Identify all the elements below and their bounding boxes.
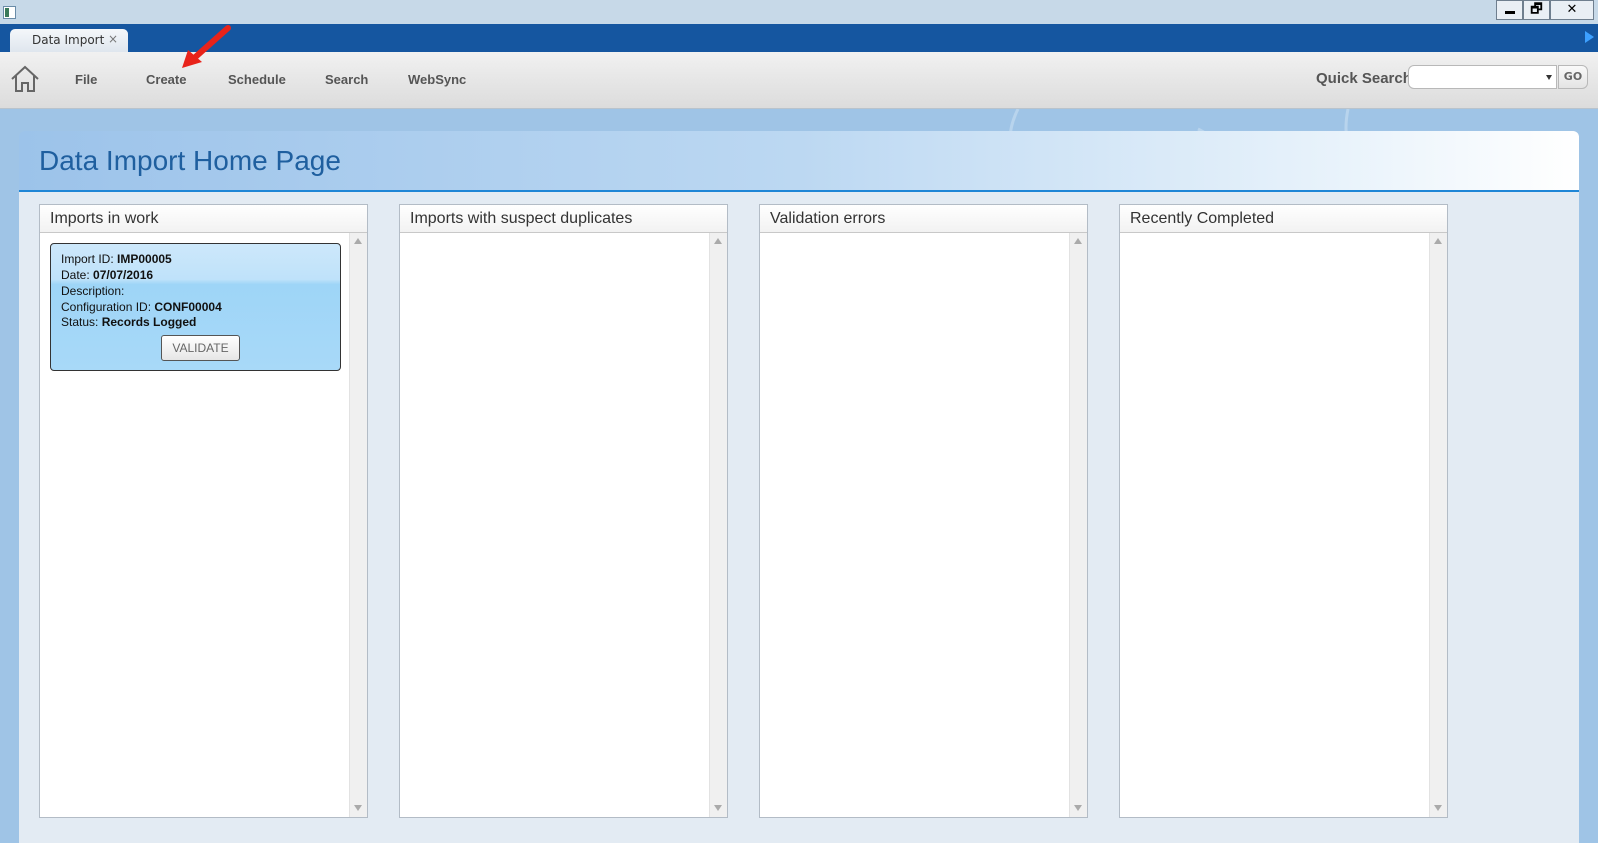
minimize-icon bbox=[1504, 11, 1515, 14]
close-window-button[interactable]: ✕ bbox=[1550, 0, 1594, 20]
scrollbar[interactable] bbox=[349, 233, 367, 817]
description-label: Description: bbox=[61, 284, 125, 298]
configuration-line: Configuration ID: CONF00004 bbox=[61, 300, 222, 314]
home-icon[interactable] bbox=[10, 64, 40, 94]
menu-websync[interactable]: WebSync bbox=[408, 72, 466, 87]
panel-header: Imports with suspect duplicates bbox=[400, 205, 727, 233]
panel-recently-completed: Recently Completed bbox=[1119, 204, 1448, 818]
menu-file[interactable]: File bbox=[75, 72, 97, 87]
minimize-button[interactable] bbox=[1496, 0, 1523, 20]
date-label: Date: bbox=[61, 268, 94, 282]
page-title: Data Import Home Page bbox=[39, 145, 341, 176]
dashboard-area: Imports in work Import ID: IMP00005 Date… bbox=[19, 192, 1579, 843]
panel-imports-in-work: Imports in work Import ID: IMP00005 Date… bbox=[39, 204, 368, 818]
tab-label: Data Import bbox=[32, 33, 105, 47]
quick-search-label: Quick Search bbox=[1316, 70, 1412, 87]
scrollbar[interactable] bbox=[1429, 233, 1447, 817]
date-line: Date: 07/07/2016 bbox=[61, 268, 153, 282]
date-value: 07/07/2016 bbox=[93, 268, 154, 282]
restore-button[interactable]: 🗗 bbox=[1523, 0, 1550, 20]
panel-header: Imports in work bbox=[40, 205, 367, 233]
panel-title: Imports in work bbox=[50, 210, 159, 227]
scroll-up-icon[interactable] bbox=[714, 238, 722, 244]
scroll-down-icon[interactable] bbox=[714, 805, 722, 811]
panel-header: Recently Completed bbox=[1120, 205, 1447, 233]
menu-create[interactable]: Create bbox=[146, 72, 186, 87]
scroll-up-icon[interactable] bbox=[354, 238, 362, 244]
import-id-label: Import ID: bbox=[61, 252, 118, 266]
app-icon bbox=[3, 6, 16, 19]
panel-header: Validation errors bbox=[760, 205, 1087, 233]
scroll-up-icon[interactable] bbox=[1074, 238, 1082, 244]
status-line: Status: Records Logged bbox=[61, 315, 196, 329]
dropdown-caret-icon[interactable] bbox=[1546, 75, 1552, 80]
panel-title: Validation errors bbox=[770, 210, 886, 227]
status-label: Status: bbox=[61, 315, 102, 329]
scrollbar[interactable] bbox=[709, 233, 727, 817]
menu-search[interactable]: Search bbox=[325, 72, 368, 87]
tab-close-icon[interactable]: × bbox=[108, 32, 118, 46]
description-line: Description: bbox=[61, 284, 124, 298]
import-card[interactable]: Import ID: IMP00005 Date: 07/07/2016 Des… bbox=[50, 243, 341, 371]
panel-suspect-duplicates: Imports with suspect duplicates bbox=[399, 204, 728, 818]
scroll-down-icon[interactable] bbox=[354, 805, 362, 811]
scroll-right-arrow-icon[interactable] bbox=[1585, 31, 1594, 43]
status-value: Records Logged bbox=[101, 315, 197, 329]
tab-strip: Data Import × bbox=[0, 24, 1598, 52]
title-bar: 🗗 ✕ bbox=[0, 0, 1598, 24]
validate-button[interactable]: VALIDATE bbox=[161, 335, 240, 361]
import-id-value: IMP00005 bbox=[117, 252, 172, 266]
annotation-arrow-icon bbox=[182, 25, 231, 68]
scroll-up-icon[interactable] bbox=[1434, 238, 1442, 244]
import-id-line: Import ID: IMP00005 bbox=[61, 252, 172, 266]
panel-title: Recently Completed bbox=[1130, 210, 1275, 227]
scrollbar[interactable] bbox=[1069, 233, 1087, 817]
go-button[interactable]: GO bbox=[1558, 65, 1588, 89]
panel-validation-errors: Validation errors bbox=[759, 204, 1088, 818]
scroll-down-icon[interactable] bbox=[1074, 805, 1082, 811]
menu-schedule[interactable]: Schedule bbox=[228, 72, 286, 87]
scroll-down-icon[interactable] bbox=[1434, 805, 1442, 811]
panel-title: Imports with suspect duplicates bbox=[410, 210, 633, 227]
configuration-value: CONF00004 bbox=[154, 300, 222, 314]
quick-search-combobox[interactable] bbox=[1408, 65, 1557, 89]
content-area: Data Import Home Page Imports in work Im… bbox=[0, 109, 1598, 843]
configuration-label: Configuration ID: bbox=[61, 300, 155, 314]
menu-bar: File Create Schedule Search WebSync Quic… bbox=[0, 52, 1598, 109]
tab-data-import[interactable]: Data Import × bbox=[10, 29, 128, 52]
page-header: Data Import Home Page bbox=[19, 131, 1579, 192]
